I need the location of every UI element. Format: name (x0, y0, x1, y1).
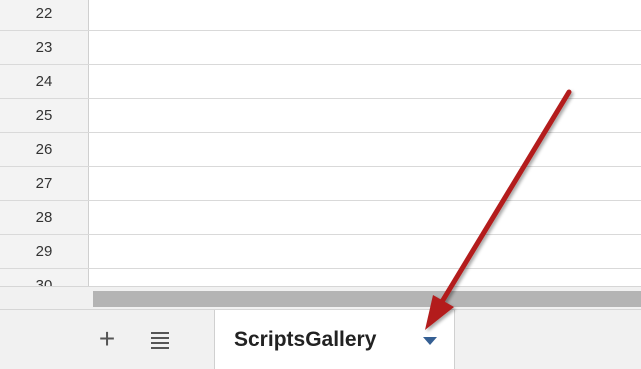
spreadsheet-grid: 22 23 24 25 26 27 28 29 30 (0, 0, 641, 288)
row-cell[interactable] (89, 31, 641, 64)
row-number[interactable]: 24 (0, 65, 89, 98)
list-icon-glyph (151, 332, 169, 349)
row-cell[interactable] (89, 0, 641, 30)
list-icon[interactable] (147, 326, 175, 352)
row-cell[interactable] (89, 99, 641, 132)
row-number[interactable]: 23 (0, 31, 89, 64)
row-cell[interactable] (89, 133, 641, 166)
table-row: 22 (0, 0, 641, 31)
plus-icon[interactable]: + (94, 325, 120, 353)
table-row: 27 (0, 167, 641, 201)
table-row: 28 (0, 201, 641, 235)
row-number[interactable]: 27 (0, 167, 89, 200)
table-row: 25 (0, 99, 641, 133)
table-row: 24 (0, 65, 641, 99)
sheet-tab-label: ScriptsGallery (234, 328, 377, 351)
row-number[interactable]: 28 (0, 201, 89, 234)
table-row: 26 (0, 133, 641, 167)
row-number[interactable]: 26 (0, 133, 89, 166)
row-number[interactable]: 29 (0, 235, 89, 268)
horizontal-scrollbar-thumb[interactable] (93, 291, 641, 307)
row-number[interactable]: 22 (0, 0, 89, 30)
tab-scriptsgallery[interactable]: ScriptsGallery (214, 310, 455, 369)
row-cell[interactable] (89, 65, 641, 98)
table-row: 23 (0, 31, 641, 65)
row-cell[interactable] (89, 201, 641, 234)
row-number[interactable]: 25 (0, 99, 89, 132)
row-cell[interactable] (89, 235, 641, 268)
table-row: 29 (0, 235, 641, 269)
row-cell[interactable] (89, 167, 641, 200)
caret-down-icon[interactable] (423, 337, 437, 345)
